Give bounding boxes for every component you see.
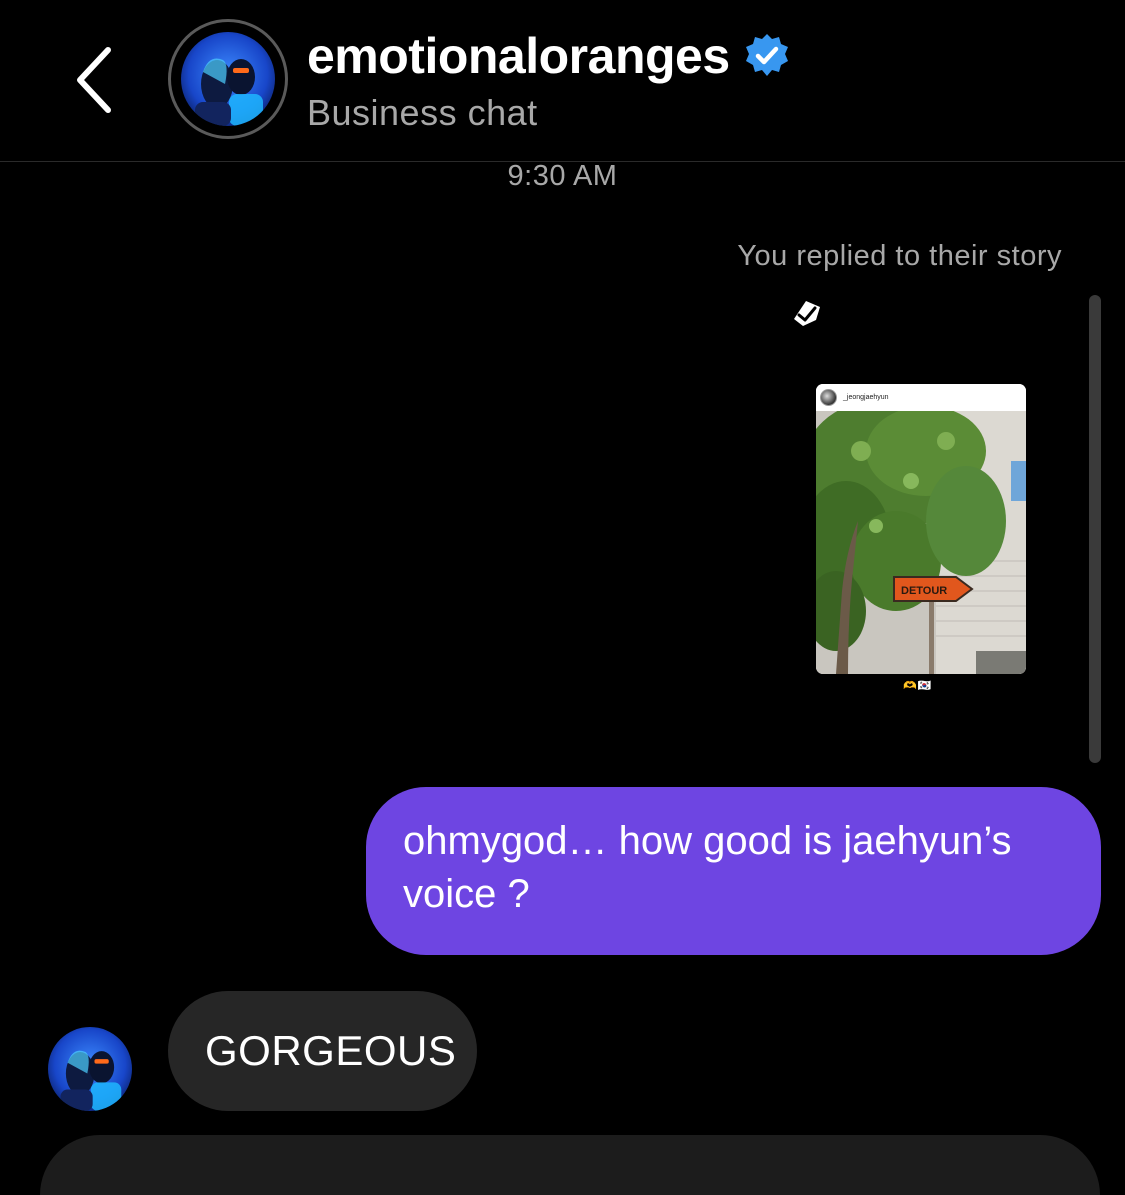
avatar-image [181,32,275,126]
story-reaction-emojis: 🫶🇰🇷 [903,680,933,692]
chat-header: emotionaloranges Business chat [0,0,1125,162]
message-timestamp: 9:30 AM [507,160,618,192]
sender-avatar[interactable] [48,1027,132,1111]
detour-sign-text: DETOUR [901,585,947,597]
next-message-bubble[interactable] [40,1135,1100,1195]
profile-avatar[interactable] [168,19,288,139]
back-button[interactable] [62,40,132,120]
chevron-left-icon [77,47,111,113]
chat-subtitle: Business chat [307,92,538,133]
story-header: _jeongjaehyun [816,384,1026,411]
story-reply-note: You replied to their story [737,240,1062,272]
scrollbar[interactable] [1089,295,1101,763]
story-avatar [820,389,837,406]
username: emotionaloranges [307,28,730,84]
verified-badge-icon [746,34,789,76]
outgoing-message[interactable]: ohmygod… how good is jaehyun’s voice ? [366,787,1101,955]
story-photo: DETOUR [816,411,1026,674]
story-preview[interactable]: _jeongjaehyun DETOUR [816,384,1026,674]
story-username: _jeongjaehyun [843,394,889,401]
incoming-message[interactable]: GORGEOUS [168,991,477,1111]
chat-title[interactable]: emotionaloranges Business chat [307,26,790,134]
story-reply-icon [794,301,820,326]
